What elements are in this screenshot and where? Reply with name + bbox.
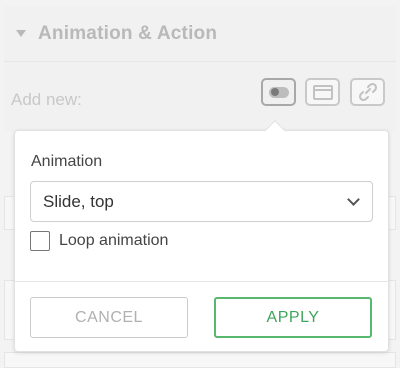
apply-button[interactable]: APPLY bbox=[214, 297, 372, 338]
animation-popover: Animation Slide, top Loop animation CANC… bbox=[14, 120, 389, 352]
toggle-icon bbox=[268, 86, 289, 98]
divider bbox=[15, 281, 388, 282]
add-window-button[interactable] bbox=[305, 78, 340, 106]
window-icon bbox=[312, 84, 333, 100]
animation-label: Animation bbox=[31, 153, 103, 170]
side-panel: Animation & Action Add new: Animation Sl bbox=[0, 0, 400, 368]
add-animation-button[interactable] bbox=[261, 78, 296, 106]
list-item-background bbox=[4, 352, 396, 368]
animation-select-value: Slide, top bbox=[43, 191, 114, 211]
loop-animation-row[interactable]: Loop animation bbox=[30, 231, 168, 251]
animation-select[interactable]: Slide, top bbox=[30, 181, 373, 222]
chevron-down-icon bbox=[347, 193, 360, 206]
cancel-button[interactable]: CANCEL bbox=[30, 297, 188, 338]
link-icon bbox=[358, 82, 377, 102]
add-new-label: Add new: bbox=[11, 90, 82, 109]
section-header-animation-action[interactable]: Animation & Action bbox=[4, 6, 396, 62]
loop-animation-label[interactable]: Loop animation bbox=[59, 232, 168, 250]
caret-down-icon bbox=[16, 30, 26, 37]
loop-animation-checkbox[interactable] bbox=[30, 231, 50, 251]
add-new-row: Add new: bbox=[4, 62, 396, 132]
add-link-button[interactable] bbox=[350, 78, 385, 106]
section-title: Animation & Action bbox=[38, 22, 218, 44]
